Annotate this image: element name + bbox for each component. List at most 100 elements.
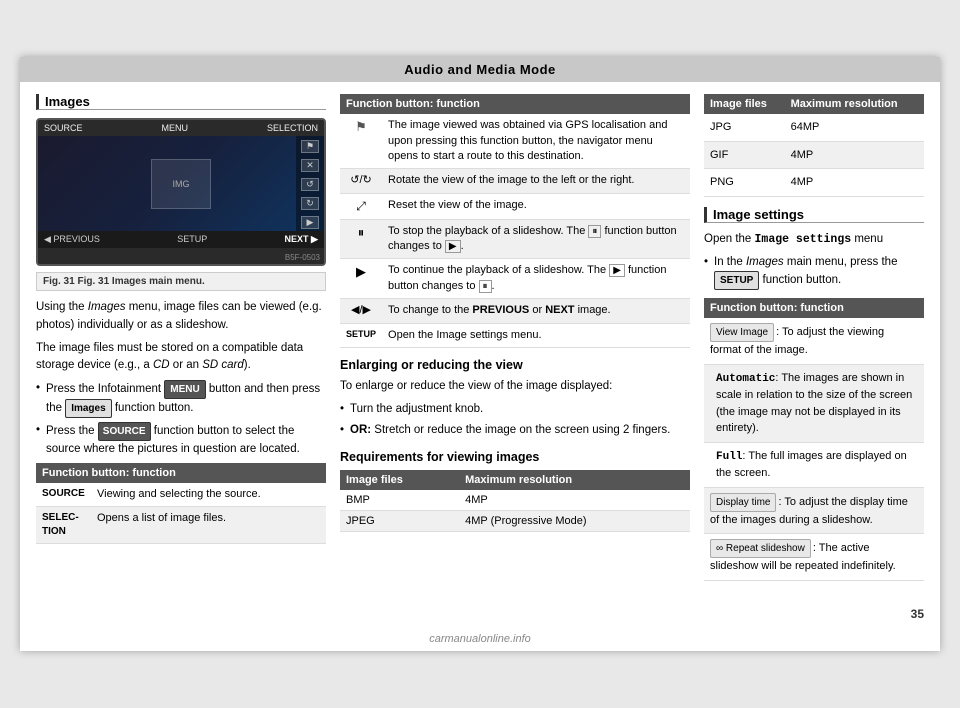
- bullet-1: Press the Infotainment MENU button and t…: [36, 380, 326, 418]
- rotate-desc: Rotate the view of the image to the left…: [382, 169, 690, 193]
- right-func-table: Function button: function View Image: To…: [704, 298, 924, 581]
- previous-label: ◀ PREVIOUS: [44, 234, 100, 245]
- middle-column: Function button: function ⚑ The image vi…: [340, 94, 690, 591]
- repeat-slideshow-row: ∞ Repeat slideshow: The active slideshow…: [704, 534, 924, 581]
- prevnext-desc: To change to the PREVIOUS or NEXT image.: [382, 299, 690, 323]
- display-time-row: Display time: To adjust the display time…: [704, 487, 924, 534]
- selection-desc: Opens a list of image files.: [91, 506, 326, 543]
- source-desc: Viewing and selecting the source.: [91, 483, 326, 507]
- table-row: ⤢ Reset the view of the image.: [340, 193, 690, 219]
- right-col2-header: Maximum resolution: [785, 94, 924, 114]
- full-badge: Full: [716, 451, 742, 463]
- table-row: PNG 4MP: [704, 169, 924, 197]
- body-text-2: The image files must be stored on a comp…: [36, 340, 326, 375]
- table-row: BMP 4MP: [340, 490, 690, 511]
- table-row: Automatic: The images are shown in scale…: [704, 364, 924, 442]
- car-screen: SOURCE MENU SELECTION ⚑ ✕ ↺ ↻ ▶ IMG: [36, 118, 326, 266]
- jpg-cell: JPG: [704, 114, 785, 141]
- right-image-table: Image files Maximum resolution JPG 64MP …: [704, 94, 924, 197]
- table-row: ⏸ To stop the playback of a slideshow. T…: [340, 219, 690, 259]
- gps-icon-cell: ⚑: [340, 114, 382, 169]
- table-row: ⚑ The image viewed was obtained via GPS …: [340, 114, 690, 169]
- table-row: ↺/↻ Rotate the view of the image to the …: [340, 169, 690, 193]
- jpg-res: 64MP: [785, 114, 924, 141]
- automatic-row: Automatic: The images are shown in scale…: [704, 364, 924, 442]
- table-row: GIF 4MP: [704, 141, 924, 169]
- png-res: 4MP: [785, 169, 924, 197]
- pause-icon-cell: ⏸: [340, 219, 382, 259]
- req-table: Image files Maximum resolution BMP 4MP J…: [340, 470, 690, 532]
- table-row: JPG 64MP: [704, 114, 924, 141]
- selection-label: SELECTION: [267, 123, 318, 133]
- table-row: SELEC­TION Opens a list of image files.: [36, 506, 326, 543]
- table-row: JPEG 4MP (Progressive Mode): [340, 510, 690, 531]
- bullet-2: Press the SOURCE function button to sele…: [36, 422, 326, 458]
- view-image-badge: View Image: [710, 323, 774, 342]
- screen-placeholder: IMG: [173, 179, 190, 189]
- right-column: Image files Maximum resolution JPG 64MP …: [704, 94, 924, 591]
- play-desc: To continue the playback of a slideshow.…: [382, 259, 690, 299]
- screen-bottom-bar: ◀ PREVIOUS SETUP NEXT ▶: [38, 231, 324, 248]
- source-label: SOURCE: [44, 123, 83, 133]
- table-row: SOURCE Viewing and selecting the source.: [36, 483, 326, 507]
- table-row: ▶ To continue the playback of a slidesho…: [340, 259, 690, 299]
- page-header: Audio and Media Mode: [20, 57, 940, 82]
- source-cell: SOURCE: [36, 483, 91, 507]
- table-row: ◀/▶ To change to the PREVIOUS or NEXT im…: [340, 299, 690, 323]
- play-icon-cell: ▶: [340, 259, 382, 299]
- view-image-row: View Image: To adjust the viewing format…: [704, 318, 924, 364]
- bullet-or: OR: Stretch or reduce the image on the s…: [340, 422, 690, 439]
- enlarging-title: Enlarging or reducing the view: [340, 358, 690, 372]
- open-menu-text: Open the Image settings menu: [704, 231, 924, 248]
- menu-label: MENU: [162, 123, 189, 133]
- table-row: ∞ Repeat slideshow: The active slideshow…: [704, 534, 924, 581]
- enlarging-body: To enlarge or reduce the view of the ima…: [340, 378, 690, 395]
- reset-icon-cell: ⤢: [340, 193, 382, 219]
- header-text: Audio and Media Mode: [404, 62, 556, 77]
- screen-icon-4: ↻: [301, 197, 319, 210]
- middle-func-table-header: Function button: function: [340, 94, 690, 114]
- jpeg-res: 4MP (Progressive Mode): [459, 510, 690, 531]
- table-row: Display time: To adjust the display time…: [704, 487, 924, 534]
- bullet-turn: Turn the adjustment knob.: [340, 401, 690, 418]
- rotate-icon-cell: ↺/↻: [340, 169, 382, 193]
- jpeg-cell: JPEG: [340, 510, 459, 531]
- screen-body: ⚑ ✕ ↺ ↻ ▶ IMG: [38, 136, 324, 231]
- images-section-title: Images: [36, 94, 326, 110]
- screen-code: B5F-0503: [285, 253, 320, 262]
- bmp-res: 4MP: [459, 490, 690, 511]
- page: Audio and Media Mode Images SOURCE MENU …: [20, 57, 940, 651]
- gif-res: 4MP: [785, 141, 924, 169]
- table-row: Full: The full images are displayed on t…: [704, 442, 924, 487]
- repeat-slideshow-badge: ∞ Repeat slideshow: [710, 539, 811, 558]
- table-row: View Image: To adjust the viewing format…: [704, 318, 924, 364]
- req-title: Requirements for viewing images: [340, 450, 690, 464]
- setup-desc: Open the Image settings menu.: [382, 323, 690, 347]
- left-column: Images SOURCE MENU SELECTION ⚑ ✕ ↺ ↻ ▶: [36, 94, 326, 591]
- right-func-header: Function button: function: [704, 298, 924, 318]
- watermark: carmanualonline.info: [20, 629, 940, 651]
- reset-desc: Reset the view of the image.: [382, 193, 690, 219]
- display-time-badge: Display time: [710, 493, 776, 512]
- selection-cell: SELEC­TION: [36, 506, 91, 543]
- middle-func-table: Function button: function ⚑ The image vi…: [340, 94, 690, 348]
- page-number: 35: [20, 603, 940, 629]
- right-col1-header: Image files: [704, 94, 785, 114]
- bmp-cell: BMP: [340, 490, 459, 511]
- screen-sidebar: ⚑ ✕ ↺ ↻ ▶: [296, 136, 324, 231]
- gif-cell: GIF: [704, 141, 785, 169]
- screen-top-bar: SOURCE MENU SELECTION: [38, 120, 324, 136]
- screen-icon-2: ✕: [301, 159, 319, 172]
- left-func-table: Function button: function SOURCE Viewing…: [36, 463, 326, 544]
- screen-icon-3: ↺: [301, 178, 319, 191]
- next-label: NEXT ▶: [285, 234, 318, 245]
- left-func-table-header: Function button: function: [36, 463, 326, 483]
- req-col1-header: Image files: [340, 470, 459, 490]
- png-cell: PNG: [704, 169, 785, 197]
- full-row: Full: The full images are displayed on t…: [704, 442, 924, 487]
- automatic-badge: Automatic: [716, 373, 775, 385]
- body-text-1: Using the Images menu, image files can b…: [36, 299, 326, 334]
- screen-icon-1: ⚑: [301, 140, 319, 153]
- setup-label: SETUP: [177, 234, 207, 245]
- table-row: SETUP Open the Image settings menu.: [340, 323, 690, 347]
